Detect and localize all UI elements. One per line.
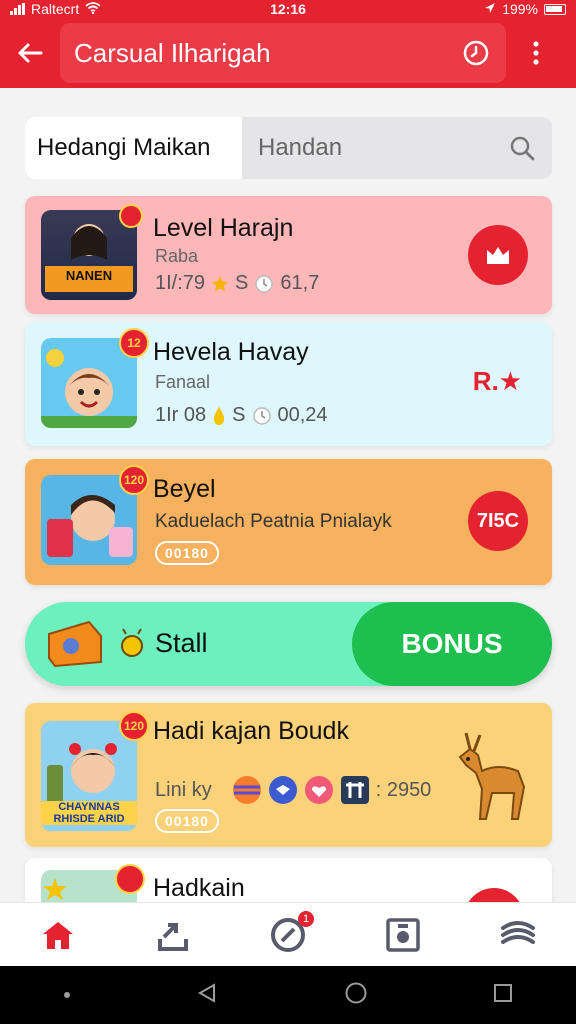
tools-icon: [340, 775, 370, 805]
layers-icon: [501, 920, 536, 944]
circle-home-icon: [345, 982, 367, 1003]
bonus-banner[interactable]: Stall BONUS: [25, 602, 552, 686]
app-bar: Carsual Ilharigah: [0, 18, 576, 88]
clock: 12:16: [270, 1, 306, 17]
bonus-title: Stall: [155, 628, 208, 658]
card-title: Beyel: [153, 475, 216, 503]
bug-icon: [119, 628, 145, 663]
nav-gallery[interactable]: [346, 903, 461, 966]
nav-discover[interactable]: 1: [230, 903, 345, 966]
upload-icon: [157, 922, 188, 951]
arrow-left-icon: [18, 43, 43, 63]
back-nav-button[interactable]: [196, 982, 218, 1009]
search-bar: Hedangi Maikan Handan: [25, 117, 552, 179]
points-pill-wrap: 00180: [155, 809, 219, 833]
card-title: Level Harajn: [153, 214, 294, 242]
game-thumbnail: 12: [41, 328, 149, 428]
count-badge: 120: [119, 711, 149, 741]
system-navigation-bar: [0, 966, 576, 1024]
history-button[interactable]: [446, 23, 506, 83]
stat-value: S: [232, 404, 246, 426]
points-pill: 00180: [155, 809, 219, 833]
card-stats: 1I/:79 S 61,7: [155, 272, 319, 295]
dot-icon: [63, 986, 71, 1004]
hot-badge: [115, 864, 145, 894]
home-icon: [42, 921, 73, 949]
play-button[interactable]: [468, 225, 528, 285]
card-stats: 1Ir 08 S 00,24: [155, 404, 328, 427]
bird-icon: [268, 775, 298, 805]
nav-upload[interactable]: [115, 903, 230, 966]
score-badge[interactable]: 7I5C: [468, 491, 528, 551]
more-vertical-icon: [533, 41, 539, 65]
home-nav-button[interactable]: [344, 981, 368, 1010]
game-card[interactable]: CHAYNNAS RHISDE ARID 120 Hadi kajan Boud…: [25, 703, 552, 847]
card-subtitle: Kaduelach Peatnia Pnialayk: [155, 511, 392, 532]
card-subtitle: Fanaal: [155, 372, 211, 392]
game-thumbnail: 120: [41, 465, 149, 565]
crown-icon: [487, 247, 509, 264]
card-title: Hadi kajan Boudk: [153, 717, 349, 745]
battery-icon: [544, 3, 566, 15]
card-title: Hevela Havay: [153, 338, 309, 366]
card-subtitle: Lini ky: [155, 778, 212, 801]
more-menu-button[interactable]: [506, 18, 566, 88]
count-badge: 12: [119, 328, 149, 358]
deer-icon: [452, 727, 532, 828]
photo-frame-icon: [386, 917, 420, 952]
stat-value: S: [235, 272, 249, 294]
hot-badge: [119, 204, 143, 228]
star-icon: [211, 275, 229, 293]
square-recents-icon: [494, 983, 513, 1002]
nav-home[interactable]: [0, 903, 115, 966]
thumbnail-label: NANEN: [65, 268, 113, 283]
back-button[interactable]: [0, 18, 60, 88]
status-bar: Raltecrt 12:16 199%: [0, 0, 576, 18]
game-card[interactable]: 12 Hevela Havay Fanaal 1Ir 08 S 00,24 R.…: [25, 322, 552, 446]
card-stats: Lini ky : 2950: [155, 775, 431, 805]
game-card[interactable]: 120 Beyel Kaduelach Peatnia Pnialayk 001…: [25, 459, 552, 585]
count-badge: 120: [119, 465, 149, 495]
search-icon: [510, 136, 535, 161]
stat-value: 00,24: [277, 404, 328, 426]
treasure-chest-icon: [45, 618, 105, 675]
stat-value: 61,7: [280, 272, 320, 294]
game-card[interactable]: NANEN Level Harajn Raba 1I/:79 S 61,7: [25, 196, 552, 314]
game-thumbnail: NANEN: [41, 204, 143, 300]
thumbnail-label: CHAYNNAS RHISDE ARID: [41, 801, 137, 825]
rank-label: R.★: [472, 366, 522, 396]
bonus-button[interactable]: BONUS: [352, 602, 552, 686]
ball-icon: [232, 775, 262, 805]
notification-badge: 1: [298, 911, 314, 927]
search-input[interactable]: Handan: [242, 117, 492, 179]
game-thumbnail: CHAYNNAS RHISDE ARID 120: [41, 711, 149, 831]
recents-nav-button[interactable]: [493, 983, 513, 1008]
flame-icon: [212, 406, 226, 426]
clock-icon: [463, 40, 489, 66]
triangle-back-icon: [198, 982, 216, 1003]
nav-more[interactable]: [461, 903, 576, 966]
clock-icon: [254, 274, 274, 294]
search-button[interactable]: [492, 117, 552, 179]
title-bar: Carsual Ilharigah: [60, 23, 506, 83]
card-title: Hadkain: [153, 874, 245, 902]
page-title: Carsual Ilharigah: [74, 37, 271, 68]
heart-icon: [304, 775, 334, 805]
clock-icon: [252, 406, 272, 426]
card-subtitle: Raba: [155, 246, 199, 266]
stat-value: 1Ir 08: [155, 404, 207, 426]
search-category-tab[interactable]: Hedangi Maikan: [25, 117, 242, 179]
points-pill: 00180: [155, 541, 219, 565]
meta-value: : 2950: [375, 778, 432, 801]
stat-value: 1I/:79: [155, 272, 206, 294]
points-pill-wrap: 00180: [155, 541, 219, 565]
bottom-navigation: 1: [0, 902, 576, 966]
